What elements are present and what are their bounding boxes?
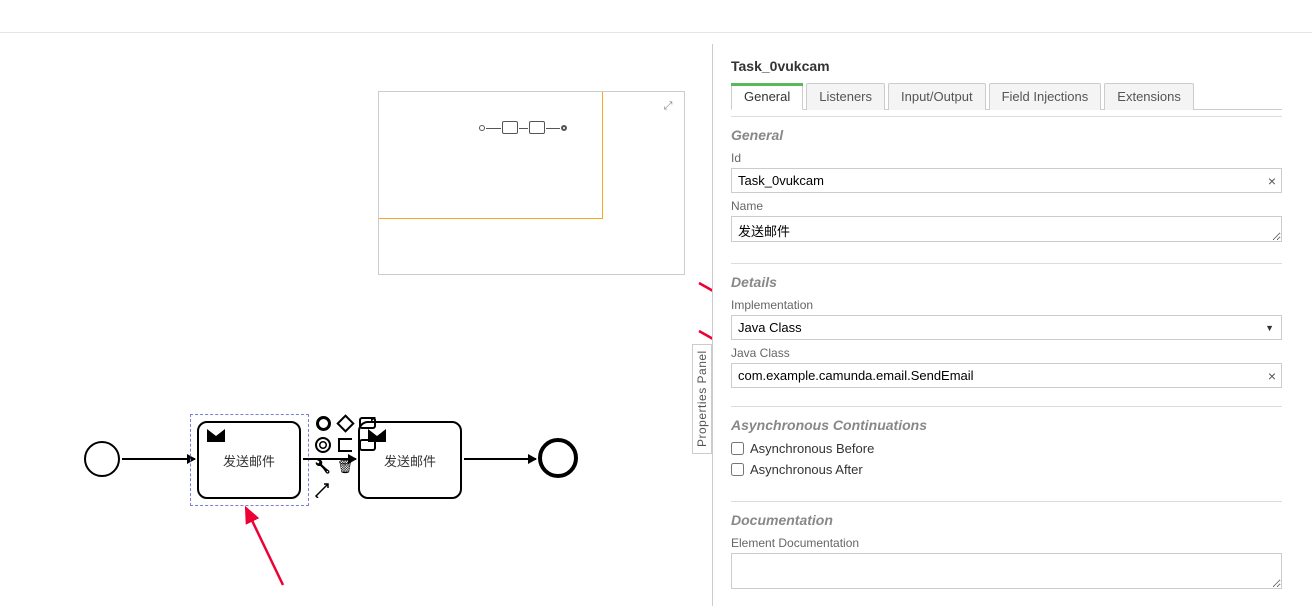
annotation-icon[interactable] [335,435,355,455]
sequence-flow[interactable] [464,458,536,460]
task-label: 发送邮件 [384,451,436,470]
trash-icon[interactable] [335,457,355,477]
connect-icon[interactable] [313,479,333,499]
async-after-checkbox[interactable] [731,463,744,476]
group-title: Documentation [731,512,1282,528]
wrench-icon[interactable] [313,457,333,477]
id-input[interactable] [731,168,1282,193]
properties-tabs: General Listeners Input/Output Field Inj… [731,82,1282,110]
java-class-label: Java Class [731,346,1282,360]
end-event-icon[interactable] [313,413,333,433]
task-label: 发送邮件 [223,451,275,470]
group-documentation: Documentation Element Documentation [731,501,1282,604]
intermediate-event-icon[interactable] [313,435,333,455]
async-before-checkbox[interactable] [731,442,744,455]
properties-title: Task_0vukcam [731,58,1282,74]
tab-field-injections[interactable]: Field Injections [989,83,1102,110]
clear-icon[interactable]: × [1268,368,1276,384]
group-async: Asynchronous Continuations Asynchronous … [731,406,1282,495]
end-event[interactable] [538,438,578,478]
implementation-select[interactable]: Java Class [731,315,1282,340]
task-icon[interactable] [357,413,377,433]
group-title: General [731,127,1282,143]
tab-listeners[interactable]: Listeners [806,83,885,110]
tab-input-output[interactable]: Input/Output [888,83,986,110]
documentation-input[interactable] [731,553,1282,589]
diagram-canvas[interactable]: ⤢ 发送邮件 发送邮件 [0,33,712,616]
implementation-label: Implementation [731,298,1282,312]
annotation-arrow [228,500,298,590]
clear-icon[interactable]: × [1268,173,1276,189]
group-title: Asynchronous Continuations [731,417,1282,433]
tab-general[interactable]: General [731,83,803,110]
group-general: General Id × Name 发送邮件 [731,116,1282,257]
start-event[interactable] [84,441,120,477]
sequence-flow[interactable] [122,458,195,460]
id-label: Id [731,151,1282,165]
group-details: Details Implementation Java Class Java C… [731,263,1282,400]
name-input[interactable]: 发送邮件 [731,216,1282,242]
envelope-icon [207,429,225,442]
async-after-label: Asynchronous After [750,462,863,477]
java-class-input[interactable] [731,363,1282,388]
gateway-icon[interactable] [335,413,355,433]
context-pad [313,413,381,507]
name-label: Name [731,199,1282,213]
async-before-label: Asynchronous Before [750,441,874,456]
group-title: Details [731,274,1282,290]
tab-extensions[interactable]: Extensions [1104,83,1194,110]
properties-panel-toggle[interactable]: Properties Panel [692,344,712,454]
service-task-selected[interactable]: 发送邮件 [197,421,301,499]
call-activity-icon[interactable] [357,435,377,455]
properties-panel: Task_0vukcam General Listeners Input/Out… [712,44,1300,606]
documentation-label: Element Documentation [731,536,1282,550]
